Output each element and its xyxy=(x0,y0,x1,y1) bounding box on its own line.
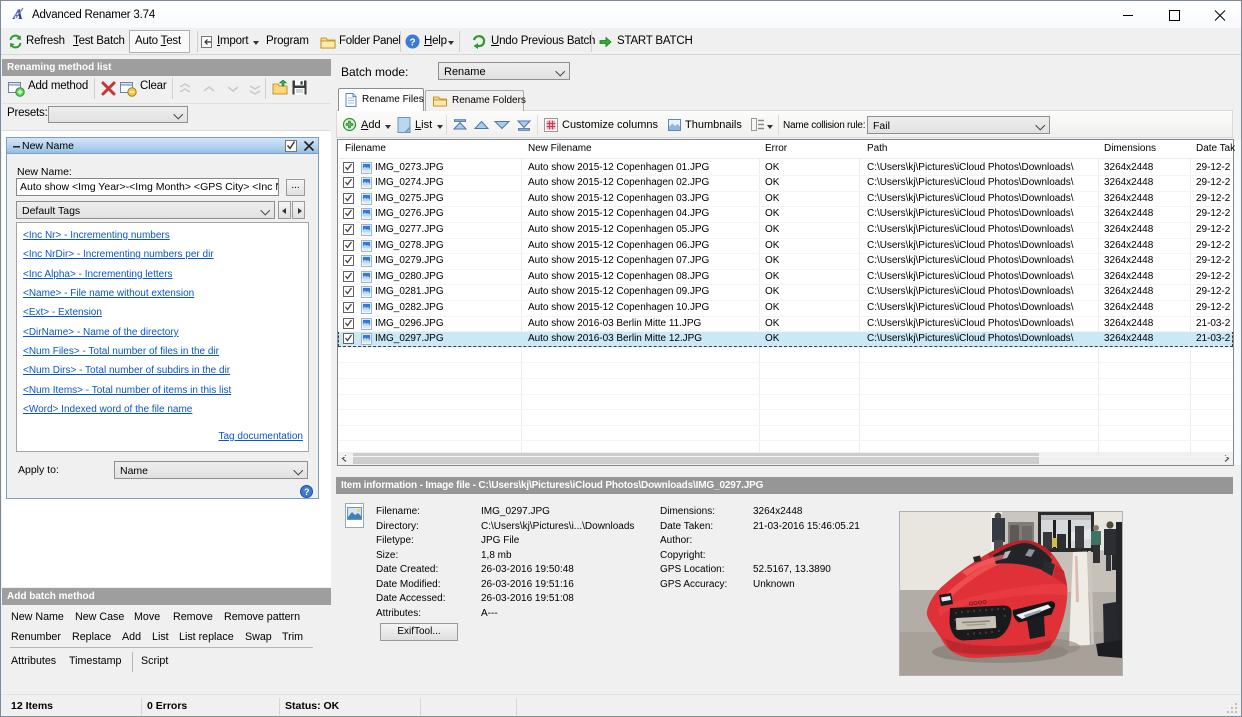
svg-text:?: ? xyxy=(410,38,416,49)
svg-text:?: ? xyxy=(304,487,310,497)
